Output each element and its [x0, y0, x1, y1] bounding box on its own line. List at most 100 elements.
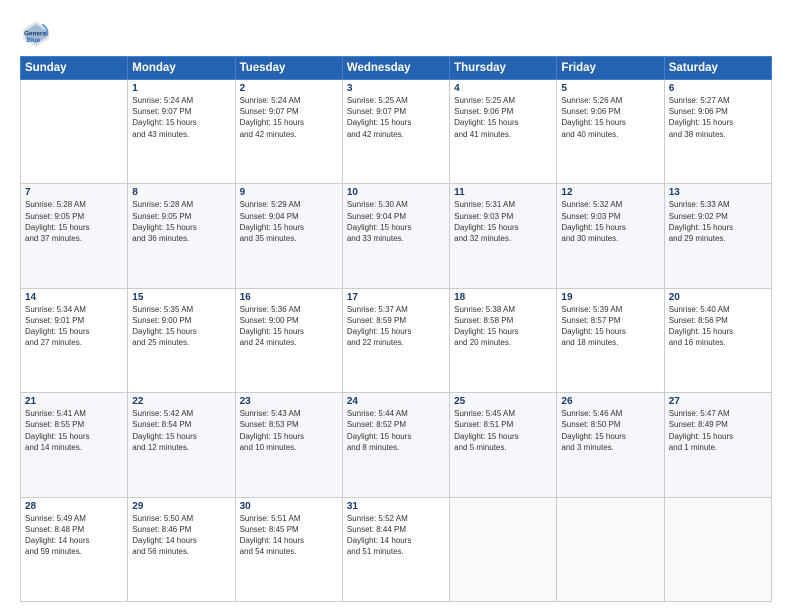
day-cell: 24Sunrise: 5:44 AM Sunset: 8:52 PM Dayli… [342, 393, 449, 497]
day-cell [450, 497, 557, 601]
page: General Blue SundayMondayTuesdayWednesda… [0, 0, 792, 612]
day-info: Sunrise: 5:32 AM Sunset: 9:03 PM Dayligh… [561, 199, 659, 244]
week-row-2: 7 Sunrise: 5:28 AM Sunset: 9:05 PM Daylig… [21, 184, 772, 288]
day-number: 24 [347, 396, 445, 407]
day-number: 28 [25, 501, 123, 512]
weekday-header-saturday: Saturday [664, 57, 771, 80]
day-info: Sunrise: 5:36 AM Sunset: 9:00 PM Dayligh… [240, 304, 338, 349]
day-info: Sunrise: 5:52 AM Sunset: 8:44 PM Dayligh… [347, 513, 445, 558]
day-info: Sunrise: 5:49 AM Sunset: 8:48 PM Dayligh… [25, 513, 123, 558]
day-number: 23 [240, 396, 338, 407]
day-cell: 16Sunrise: 5:36 AM Sunset: 9:00 PM Dayli… [235, 288, 342, 392]
day-cell: 23Sunrise: 5:43 AM Sunset: 8:53 PM Dayli… [235, 393, 342, 497]
weekday-header-monday: Monday [128, 57, 235, 80]
day-cell: 31Sunrise: 5:52 AM Sunset: 8:44 PM Dayli… [342, 497, 449, 601]
day-info: Sunrise: 5:31 AM Sunset: 9:03 PM Dayligh… [454, 199, 552, 244]
week-row-1: 1Sunrise: 5:24 AM Sunset: 9:07 PM Daylig… [21, 80, 772, 184]
day-info: Sunrise: 5:44 AM Sunset: 8:52 PM Dayligh… [347, 408, 445, 453]
day-cell: 4Sunrise: 5:25 AM Sunset: 9:06 PM Daylig… [450, 80, 557, 184]
day-info: Sunrise: 5:24 AM Sunset: 9:07 PM Dayligh… [240, 95, 338, 140]
day-cell: 15Sunrise: 5:35 AM Sunset: 9:00 PM Dayli… [128, 288, 235, 392]
day-number: 30 [240, 501, 338, 512]
weekday-header-friday: Friday [557, 57, 664, 80]
day-cell [557, 497, 664, 601]
day-cell: 10Sunrise: 5:30 AM Sunset: 9:04 PM Dayli… [342, 184, 449, 288]
day-info: Sunrise: 5:50 AM Sunset: 8:46 PM Dayligh… [132, 513, 230, 558]
day-info: Sunrise: 5:38 AM Sunset: 8:58 PM Dayligh… [454, 304, 552, 349]
day-number: 27 [669, 396, 767, 407]
day-info: Sunrise: 5:47 AM Sunset: 8:49 PM Dayligh… [669, 408, 767, 453]
day-info: Sunrise: 5:35 AM Sunset: 9:00 PM Dayligh… [132, 304, 230, 349]
day-number: 12 [561, 187, 659, 198]
week-row-3: 14Sunrise: 5:34 AM Sunset: 9:01 PM Dayli… [21, 288, 772, 392]
day-cell: 6Sunrise: 5:27 AM Sunset: 9:06 PM Daylig… [664, 80, 771, 184]
calendar-table: SundayMondayTuesdayWednesdayThursdayFrid… [20, 56, 772, 602]
day-cell: 1Sunrise: 5:24 AM Sunset: 9:07 PM Daylig… [128, 80, 235, 184]
day-cell: 5Sunrise: 5:26 AM Sunset: 9:06 PM Daylig… [557, 80, 664, 184]
weekday-header-thursday: Thursday [450, 57, 557, 80]
day-cell: 22Sunrise: 5:42 AM Sunset: 8:54 PM Dayli… [128, 393, 235, 497]
day-cell: 3Sunrise: 5:25 AM Sunset: 9:07 PM Daylig… [342, 80, 449, 184]
day-info: Sunrise: 5:24 AM Sunset: 9:07 PM Dayligh… [132, 95, 230, 140]
weekday-header-row: SundayMondayTuesdayWednesdayThursdayFrid… [21, 57, 772, 80]
day-number: 7 [25, 187, 123, 198]
day-cell: 2Sunrise: 5:24 AM Sunset: 9:07 PM Daylig… [235, 80, 342, 184]
day-info: Sunrise: 5:28 AM Sunset: 9:05 PM Dayligh… [132, 199, 230, 244]
day-cell: 18Sunrise: 5:38 AM Sunset: 8:58 PM Dayli… [450, 288, 557, 392]
svg-text:Blue: Blue [26, 37, 40, 44]
day-info: Sunrise: 5:42 AM Sunset: 8:54 PM Dayligh… [132, 408, 230, 453]
day-info: Sunrise: 5:37 AM Sunset: 8:59 PM Dayligh… [347, 304, 445, 349]
day-info: Sunrise: 5:39 AM Sunset: 8:57 PM Dayligh… [561, 304, 659, 349]
day-cell: 13Sunrise: 5:33 AM Sunset: 9:02 PM Dayli… [664, 184, 771, 288]
day-number: 16 [240, 292, 338, 303]
day-info: Sunrise: 5:26 AM Sunset: 9:06 PM Dayligh… [561, 95, 659, 140]
week-row-5: 28Sunrise: 5:49 AM Sunset: 8:48 PM Dayli… [21, 497, 772, 601]
day-number: 5 [561, 83, 659, 94]
day-info: Sunrise: 5:34 AM Sunset: 9:01 PM Dayligh… [25, 304, 123, 349]
day-cell: 9Sunrise: 5:29 AM Sunset: 9:04 PM Daylig… [235, 184, 342, 288]
day-info: Sunrise: 5:25 AM Sunset: 9:07 PM Dayligh… [347, 95, 445, 140]
day-number: 9 [240, 187, 338, 198]
weekday-header-tuesday: Tuesday [235, 57, 342, 80]
day-cell: 11Sunrise: 5:31 AM Sunset: 9:03 PM Dayli… [450, 184, 557, 288]
day-cell [664, 497, 771, 601]
day-number: 21 [25, 396, 123, 407]
day-number: 19 [561, 292, 659, 303]
day-number: 10 [347, 187, 445, 198]
day-cell: 7Sunrise: 5:28 AM Sunset: 9:05 PM Daylig… [21, 184, 128, 288]
day-cell: 19Sunrise: 5:39 AM Sunset: 8:57 PM Dayli… [557, 288, 664, 392]
header: General Blue [20, 18, 772, 50]
day-cell: 8Sunrise: 5:28 AM Sunset: 9:05 PM Daylig… [128, 184, 235, 288]
day-cell: 29Sunrise: 5:50 AM Sunset: 8:46 PM Dayli… [128, 497, 235, 601]
day-cell: 17Sunrise: 5:37 AM Sunset: 8:59 PM Dayli… [342, 288, 449, 392]
day-number: 20 [669, 292, 767, 303]
day-number: 4 [454, 83, 552, 94]
day-info: Sunrise: 5:41 AM Sunset: 8:55 PM Dayligh… [25, 408, 123, 453]
day-number: 26 [561, 396, 659, 407]
day-number: 25 [454, 396, 552, 407]
day-cell: 12Sunrise: 5:32 AM Sunset: 9:03 PM Dayli… [557, 184, 664, 288]
day-number: 15 [132, 292, 230, 303]
day-number: 13 [669, 187, 767, 198]
day-info: Sunrise: 5:43 AM Sunset: 8:53 PM Dayligh… [240, 408, 338, 453]
day-number: 29 [132, 501, 230, 512]
day-number: 3 [347, 83, 445, 94]
day-number: 6 [669, 83, 767, 94]
day-number: 8 [132, 187, 230, 198]
day-info: Sunrise: 5:40 AM Sunset: 8:56 PM Dayligh… [669, 304, 767, 349]
day-number: 22 [132, 396, 230, 407]
day-cell: 30Sunrise: 5:51 AM Sunset: 8:45 PM Dayli… [235, 497, 342, 601]
day-cell: 21Sunrise: 5:41 AM Sunset: 8:55 PM Dayli… [21, 393, 128, 497]
day-info: Sunrise: 5:33 AM Sunset: 9:02 PM Dayligh… [669, 199, 767, 244]
day-number: 2 [240, 83, 338, 94]
day-cell: 14Sunrise: 5:34 AM Sunset: 9:01 PM Dayli… [21, 288, 128, 392]
day-info: Sunrise: 5:51 AM Sunset: 8:45 PM Dayligh… [240, 513, 338, 558]
day-cell: 28Sunrise: 5:49 AM Sunset: 8:48 PM Dayli… [21, 497, 128, 601]
day-info: Sunrise: 5:46 AM Sunset: 8:50 PM Dayligh… [561, 408, 659, 453]
day-number: 18 [454, 292, 552, 303]
day-number: 17 [347, 292, 445, 303]
day-number: 14 [25, 292, 123, 303]
day-info: Sunrise: 5:25 AM Sunset: 9:06 PM Dayligh… [454, 95, 552, 140]
day-number: 31 [347, 501, 445, 512]
day-info: Sunrise: 5:27 AM Sunset: 9:06 PM Dayligh… [669, 95, 767, 140]
